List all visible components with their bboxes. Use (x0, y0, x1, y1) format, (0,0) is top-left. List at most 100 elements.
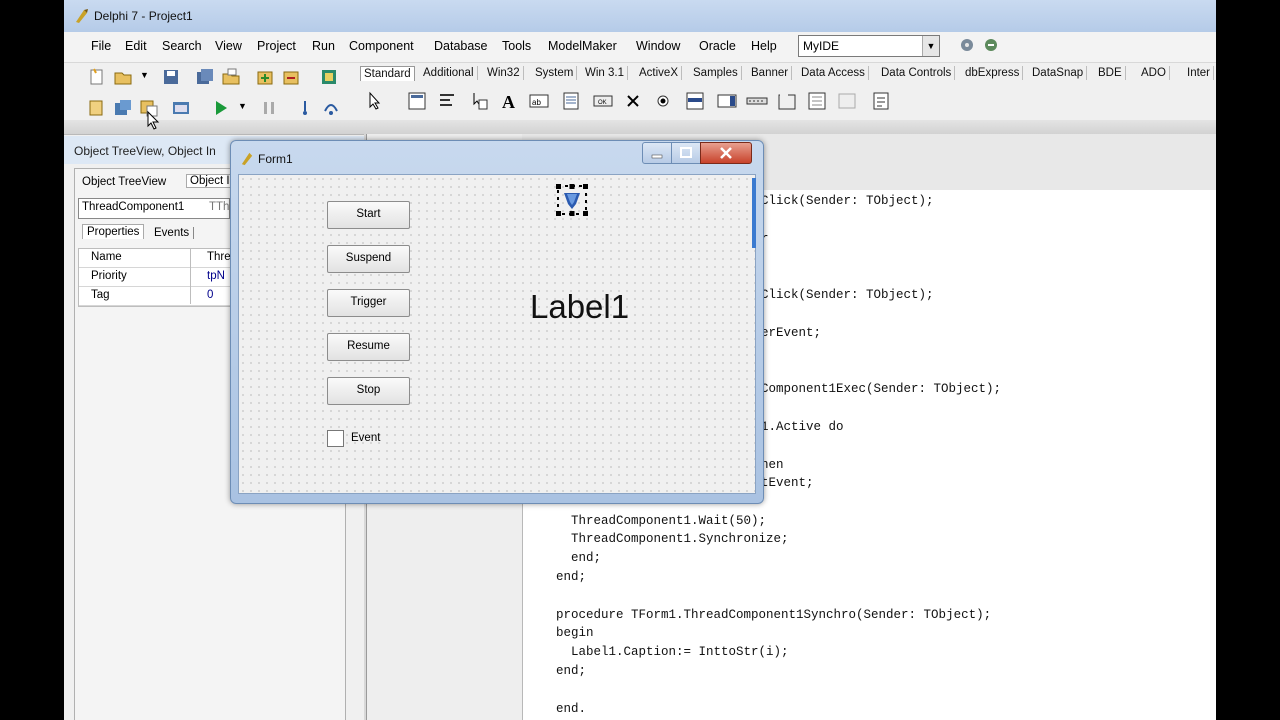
menu-window[interactable]: Window (636, 39, 680, 53)
code-line: end; (556, 664, 587, 678)
menu-file[interactable]: File (91, 39, 111, 53)
tab-internet[interactable]: Inter (1184, 66, 1215, 80)
checkbox-component-icon[interactable] (622, 90, 644, 112)
property-name: Name (91, 251, 122, 263)
edit-component-icon[interactable]: ab (528, 90, 550, 112)
open-project-icon[interactable] (220, 66, 242, 88)
open-icon[interactable] (112, 66, 134, 88)
property-name: Priority (91, 270, 127, 282)
run-icon[interactable] (210, 97, 232, 119)
svg-text:ab: ab (532, 98, 541, 107)
event-checkbox[interactable] (327, 430, 344, 447)
frames-icon[interactable] (406, 90, 428, 112)
open-dropdown-icon[interactable]: ▼ (140, 70, 149, 80)
object-selector-combo[interactable]: ThreadComponent1 TTh (78, 198, 230, 219)
property-name: Tag (91, 289, 110, 301)
property-value[interactable]: Thre (207, 251, 231, 263)
start-button[interactable]: Start (327, 201, 410, 229)
tab-win31[interactable]: Win 3.1 (582, 66, 628, 80)
tab-ado[interactable]: ADO (1138, 66, 1170, 80)
tab-events[interactable]: Events (150, 227, 195, 239)
minimize-button[interactable] (642, 142, 672, 164)
save-desktop-icon[interactable] (958, 36, 976, 54)
menu-edit[interactable]: Edit (125, 39, 147, 53)
tab-data-controls[interactable]: Data Controls (878, 66, 956, 80)
property-value[interactable]: tpN (207, 270, 225, 282)
chevron-down-icon[interactable]: ▼ (922, 36, 939, 56)
menu-help[interactable]: Help (751, 39, 777, 53)
set-debug-desktop-icon[interactable] (982, 36, 1000, 54)
save-icon[interactable] (160, 66, 182, 88)
code-line: end. (556, 702, 587, 716)
remove-from-project-icon[interactable] (280, 66, 302, 88)
menu-database[interactable]: Database (434, 39, 488, 53)
tab-activex[interactable]: ActiveX (636, 66, 682, 80)
trigger-button[interactable]: Trigger (327, 289, 410, 317)
view-unit-icon[interactable] (86, 97, 108, 119)
combobox-component-icon[interactable] (716, 90, 738, 112)
svg-text:OK: OK (598, 100, 607, 106)
code-line: end; (556, 551, 602, 565)
run-dropdown-icon[interactable]: ▼ (238, 101, 247, 111)
tab-object-inspector[interactable]: Object I (186, 174, 234, 188)
groupbox-component-icon[interactable] (776, 90, 798, 112)
tab-samples[interactable]: Samples (690, 66, 742, 80)
label-component-icon[interactable]: A (498, 90, 520, 112)
tab-standard[interactable]: Standard (360, 66, 415, 81)
tab-datasnap[interactable]: DataSnap (1029, 66, 1088, 80)
step-over-icon[interactable] (320, 97, 342, 119)
add-to-project-icon[interactable] (254, 66, 276, 88)
menu-modelmaker[interactable]: ModelMaker (548, 39, 617, 53)
pointer-icon[interactable] (364, 90, 386, 112)
code-line: begin (556, 626, 594, 640)
menu-run[interactable]: Run (312, 39, 335, 53)
tab-additional[interactable]: Additional (420, 66, 478, 80)
window-title: Delphi 7 - Project1 (94, 9, 193, 23)
tab-data-access[interactable]: Data Access (798, 66, 869, 80)
maximize-button[interactable] (671, 142, 701, 164)
thread-component-icon[interactable] (554, 182, 590, 218)
form-client-area[interactable] (238, 174, 756, 494)
menu-tools[interactable]: Tools (502, 39, 531, 53)
object-selector-type: TTh (209, 201, 230, 213)
tab-bde[interactable]: BDE (1095, 66, 1126, 80)
view-form-icon[interactable] (112, 97, 134, 119)
menu-search[interactable]: Search (162, 39, 202, 53)
tab-object-treeview[interactable]: Object TreeView (82, 176, 166, 188)
mouse-cursor-icon (147, 110, 160, 130)
main-menu-icon[interactable] (436, 90, 458, 112)
radiogroup-component-icon[interactable] (806, 90, 828, 112)
pause-icon[interactable] (258, 97, 280, 119)
listbox-component-icon[interactable] (684, 90, 706, 112)
stop-button[interactable]: Stop (327, 377, 410, 405)
tab-dbexpress[interactable]: dbExpress (962, 66, 1024, 80)
menu-project[interactable]: Project (257, 39, 296, 53)
trace-into-icon[interactable] (294, 97, 316, 119)
menu-view[interactable]: View (215, 39, 242, 53)
code-line: ThreadComponent1.Synchronize; (556, 532, 789, 546)
tab-system[interactable]: System (532, 66, 578, 80)
property-value[interactable]: 0 (207, 289, 213, 301)
popup-menu-icon[interactable] (468, 90, 490, 112)
memo-component-icon[interactable] (560, 90, 582, 112)
resume-button[interactable]: Resume (327, 333, 410, 361)
button-component-icon[interactable]: OK (592, 90, 614, 112)
desktop-layout-combo[interactable]: MyIDE ▼ (798, 35, 940, 57)
suspend-button[interactable]: Suspend (327, 245, 410, 273)
label1-caption[interactable]: Label1 (530, 288, 629, 326)
close-button[interactable] (700, 142, 752, 164)
menu-oracle[interactable]: Oracle (699, 39, 736, 53)
scrollbar-component-icon[interactable] (746, 90, 768, 112)
actionlist-component-icon[interactable] (870, 90, 892, 112)
radiobutton-component-icon[interactable] (652, 90, 674, 112)
tab-win32[interactable]: Win32 (484, 66, 524, 80)
tab-properties[interactable]: Properties (82, 224, 145, 239)
save-all-icon[interactable] (194, 66, 216, 88)
new-icon[interactable] (86, 66, 108, 88)
menu-component[interactable]: Component (349, 39, 414, 53)
tab-banner[interactable]: Banner (748, 66, 793, 80)
help-contents-icon[interactable] (318, 66, 340, 88)
svg-text:A: A (502, 92, 515, 112)
panel-component-icon[interactable] (836, 90, 858, 112)
new-form-icon[interactable] (170, 97, 192, 119)
